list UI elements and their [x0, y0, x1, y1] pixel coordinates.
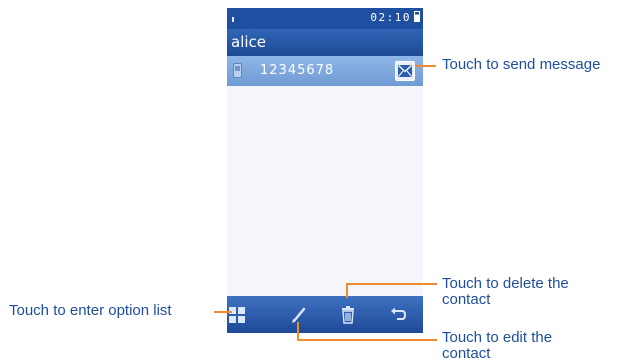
send-message-button[interactable]: [395, 61, 415, 81]
callout-option-list: Touch to enter option list: [9, 302, 172, 319]
grid-icon: [229, 307, 245, 323]
pencil-icon: [292, 307, 306, 323]
envelope-icon: [398, 65, 412, 77]
callout-line-option: [214, 311, 232, 313]
option-list-button[interactable]: [227, 305, 247, 325]
callout-line-edit-horizontal: [297, 339, 437, 341]
callout-line-delete-horizontal: [346, 283, 437, 285]
contact-number-row[interactable]: 12345678: [227, 56, 423, 86]
bottom-toolbar: [227, 296, 423, 333]
title-bar: alice: [227, 29, 423, 56]
status-time: 02:10: [370, 11, 411, 24]
battery-icon: [414, 11, 420, 22]
stage: 02:10 alice 12345678 Touch to send messa…: [0, 0, 625, 362]
delete-contact-button[interactable]: [338, 305, 358, 325]
back-arrow-icon: [391, 307, 407, 320]
callout-edit-line1: Touch to edit the: [442, 329, 553, 346]
trash-icon: [342, 306, 354, 324]
mobile-phone-icon: [233, 63, 242, 78]
status-bar: 02:10: [227, 8, 423, 29]
callout-edit-line2: contact: [442, 345, 491, 362]
edit-contact-button[interactable]: [289, 305, 309, 325]
callout-delete-line2: contact: [442, 291, 491, 308]
callout-line-send: [415, 65, 436, 67]
callout-send-message: Touch to send message: [442, 56, 601, 73]
callout-delete-line1: Touch to delete the: [442, 275, 569, 292]
signal-icon: [232, 17, 234, 22]
contact-number: 12345678: [260, 63, 335, 78]
back-button[interactable]: [388, 305, 408, 325]
callout-line-delete-vertical: [346, 283, 348, 298]
contact-name: alice: [231, 33, 267, 51]
